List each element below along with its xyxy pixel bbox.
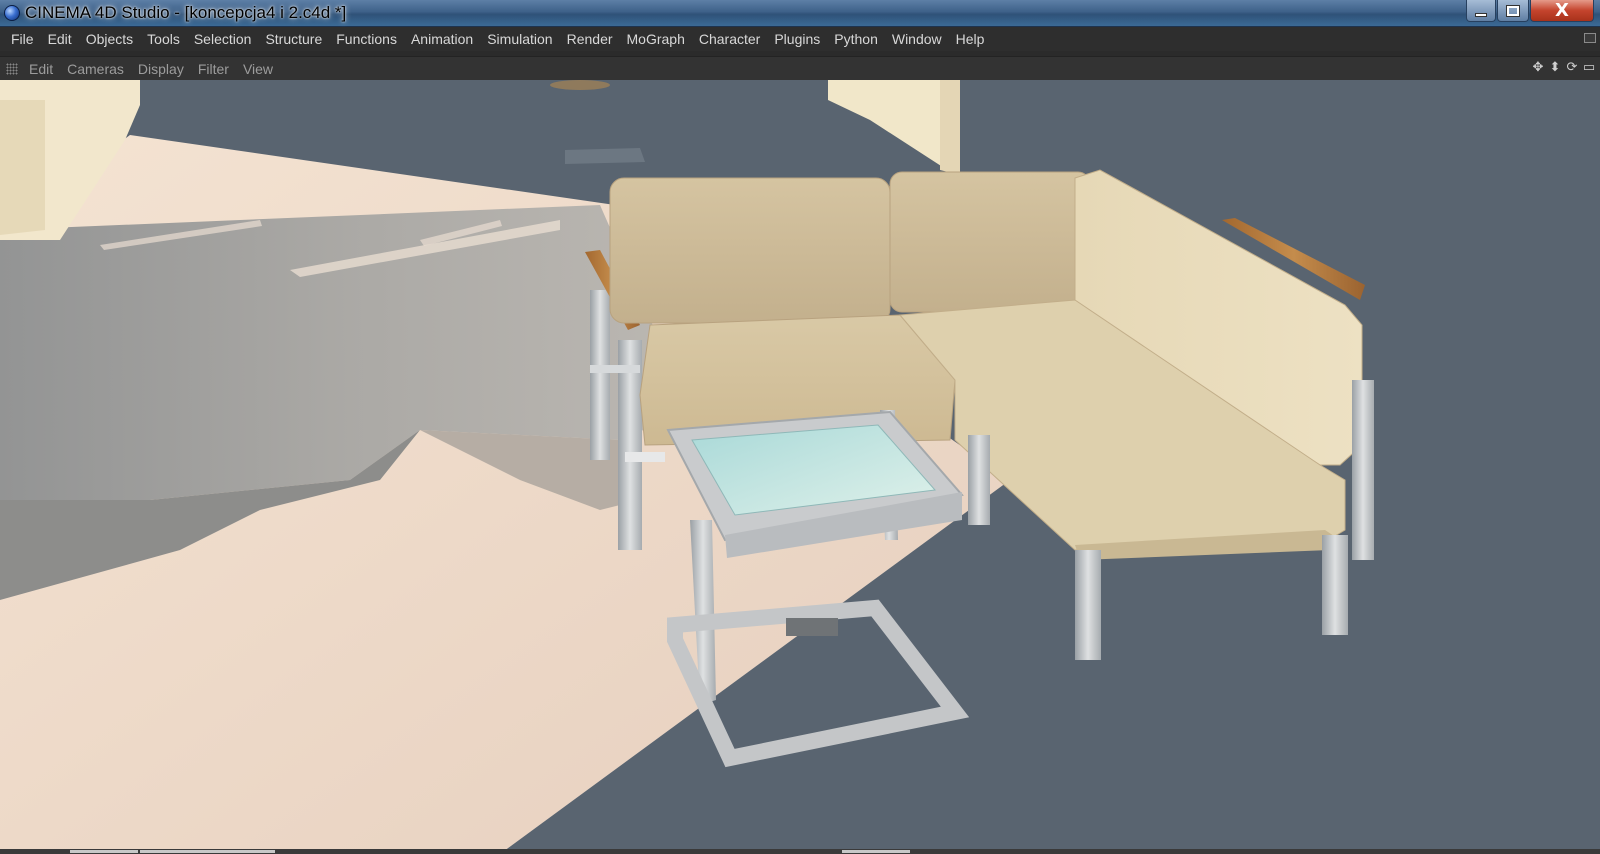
menu-functions[interactable]: Functions <box>329 27 404 51</box>
layout-toggle-icon[interactable] <box>1584 33 1596 43</box>
minimize-button[interactable] <box>1466 0 1496 22</box>
panel-tab-3[interactable] <box>842 850 910 853</box>
rotate-view-icon[interactable]: ⟳ <box>1565 61 1579 75</box>
maximize-view-icon[interactable]: ▭ <box>1582 61 1596 75</box>
menu-tools[interactable]: Tools <box>140 27 187 51</box>
close-icon: X <box>1555 0 1569 21</box>
menu-animation[interactable]: Animation <box>404 27 480 51</box>
viewport-scene <box>0 80 1374 854</box>
chaise-leg-back <box>1352 380 1374 560</box>
sofa-left-leg-back <box>590 290 610 460</box>
menu-selection[interactable]: Selection <box>187 27 259 51</box>
menu-simulation[interactable]: Simulation <box>480 27 559 51</box>
bottom-panel-strip <box>0 849 1600 854</box>
sofa-left-frame-bar <box>590 365 640 373</box>
viewport-menu-bar: Edit Cameras Display Filter View ✥ ⬍ ⟳ ▭ <box>0 56 1600 80</box>
wall-left-shade <box>0 100 45 235</box>
viewport-menu-view[interactable]: View <box>236 57 280 81</box>
window-title: CINEMA 4D Studio - [koncepcja4 i 2.c4d *… <box>25 3 347 22</box>
cinema4d-logo-icon[interactable] <box>4 5 20 21</box>
viewport-menu-edit[interactable]: Edit <box>22 57 60 81</box>
menu-structure[interactable]: Structure <box>258 27 329 51</box>
table-base-joint <box>786 618 838 636</box>
menu-character[interactable]: Character <box>692 27 767 51</box>
menu-edit[interactable]: Edit <box>41 27 79 51</box>
chaise-leg-front-right <box>1322 535 1348 635</box>
menu-plugins[interactable]: Plugins <box>767 27 827 51</box>
3d-viewport[interactable] <box>0 80 1600 854</box>
panel-tab-2[interactable] <box>140 850 275 853</box>
title-bar[interactable]: CINEMA 4D Studio - [koncepcja4 i 2.c4d *… <box>0 0 1600 27</box>
viewport-menu-cameras[interactable]: Cameras <box>60 57 131 81</box>
restore-button[interactable] <box>1497 0 1529 22</box>
cinema4d-window: CINEMA 4D Studio - [koncepcja4 i 2.c4d *… <box>0 0 1600 854</box>
panel-grip-icon[interactable] <box>6 62 18 75</box>
menu-python[interactable]: Python <box>827 27 885 51</box>
menu-mograph[interactable]: MoGraph <box>620 27 692 51</box>
dolly-view-icon[interactable]: ⬍ <box>1548 61 1562 75</box>
viewport-menu-filter[interactable]: Filter <box>191 57 236 81</box>
close-button[interactable]: X <box>1530 0 1594 22</box>
restore-icon <box>1506 4 1520 17</box>
menu-render[interactable]: Render <box>560 27 620 51</box>
move-view-icon[interactable]: ✥ <box>1531 61 1545 75</box>
back-cushion-left <box>609 177 891 324</box>
sofa-left-frame-bar-2 <box>625 452 665 462</box>
wall-right-side <box>940 80 960 175</box>
viewport-menu-display[interactable]: Display <box>131 57 191 81</box>
minimize-icon <box>1475 12 1487 17</box>
chaise-leg-front-left <box>1075 550 1101 660</box>
back-cushion-middle <box>889 171 1091 313</box>
menu-file[interactable]: File <box>4 27 41 51</box>
menu-window[interactable]: Window <box>885 27 949 51</box>
distant-plate <box>565 148 645 164</box>
menu-objects[interactable]: Objects <box>79 27 140 51</box>
distant-object <box>550 80 610 90</box>
sofa-middle-leg <box>968 435 990 525</box>
menu-help[interactable]: Help <box>949 27 992 51</box>
main-menu-bar: File Edit Objects Tools Selection Struct… <box>0 27 1600 51</box>
panel-tab-1[interactable] <box>70 850 138 853</box>
